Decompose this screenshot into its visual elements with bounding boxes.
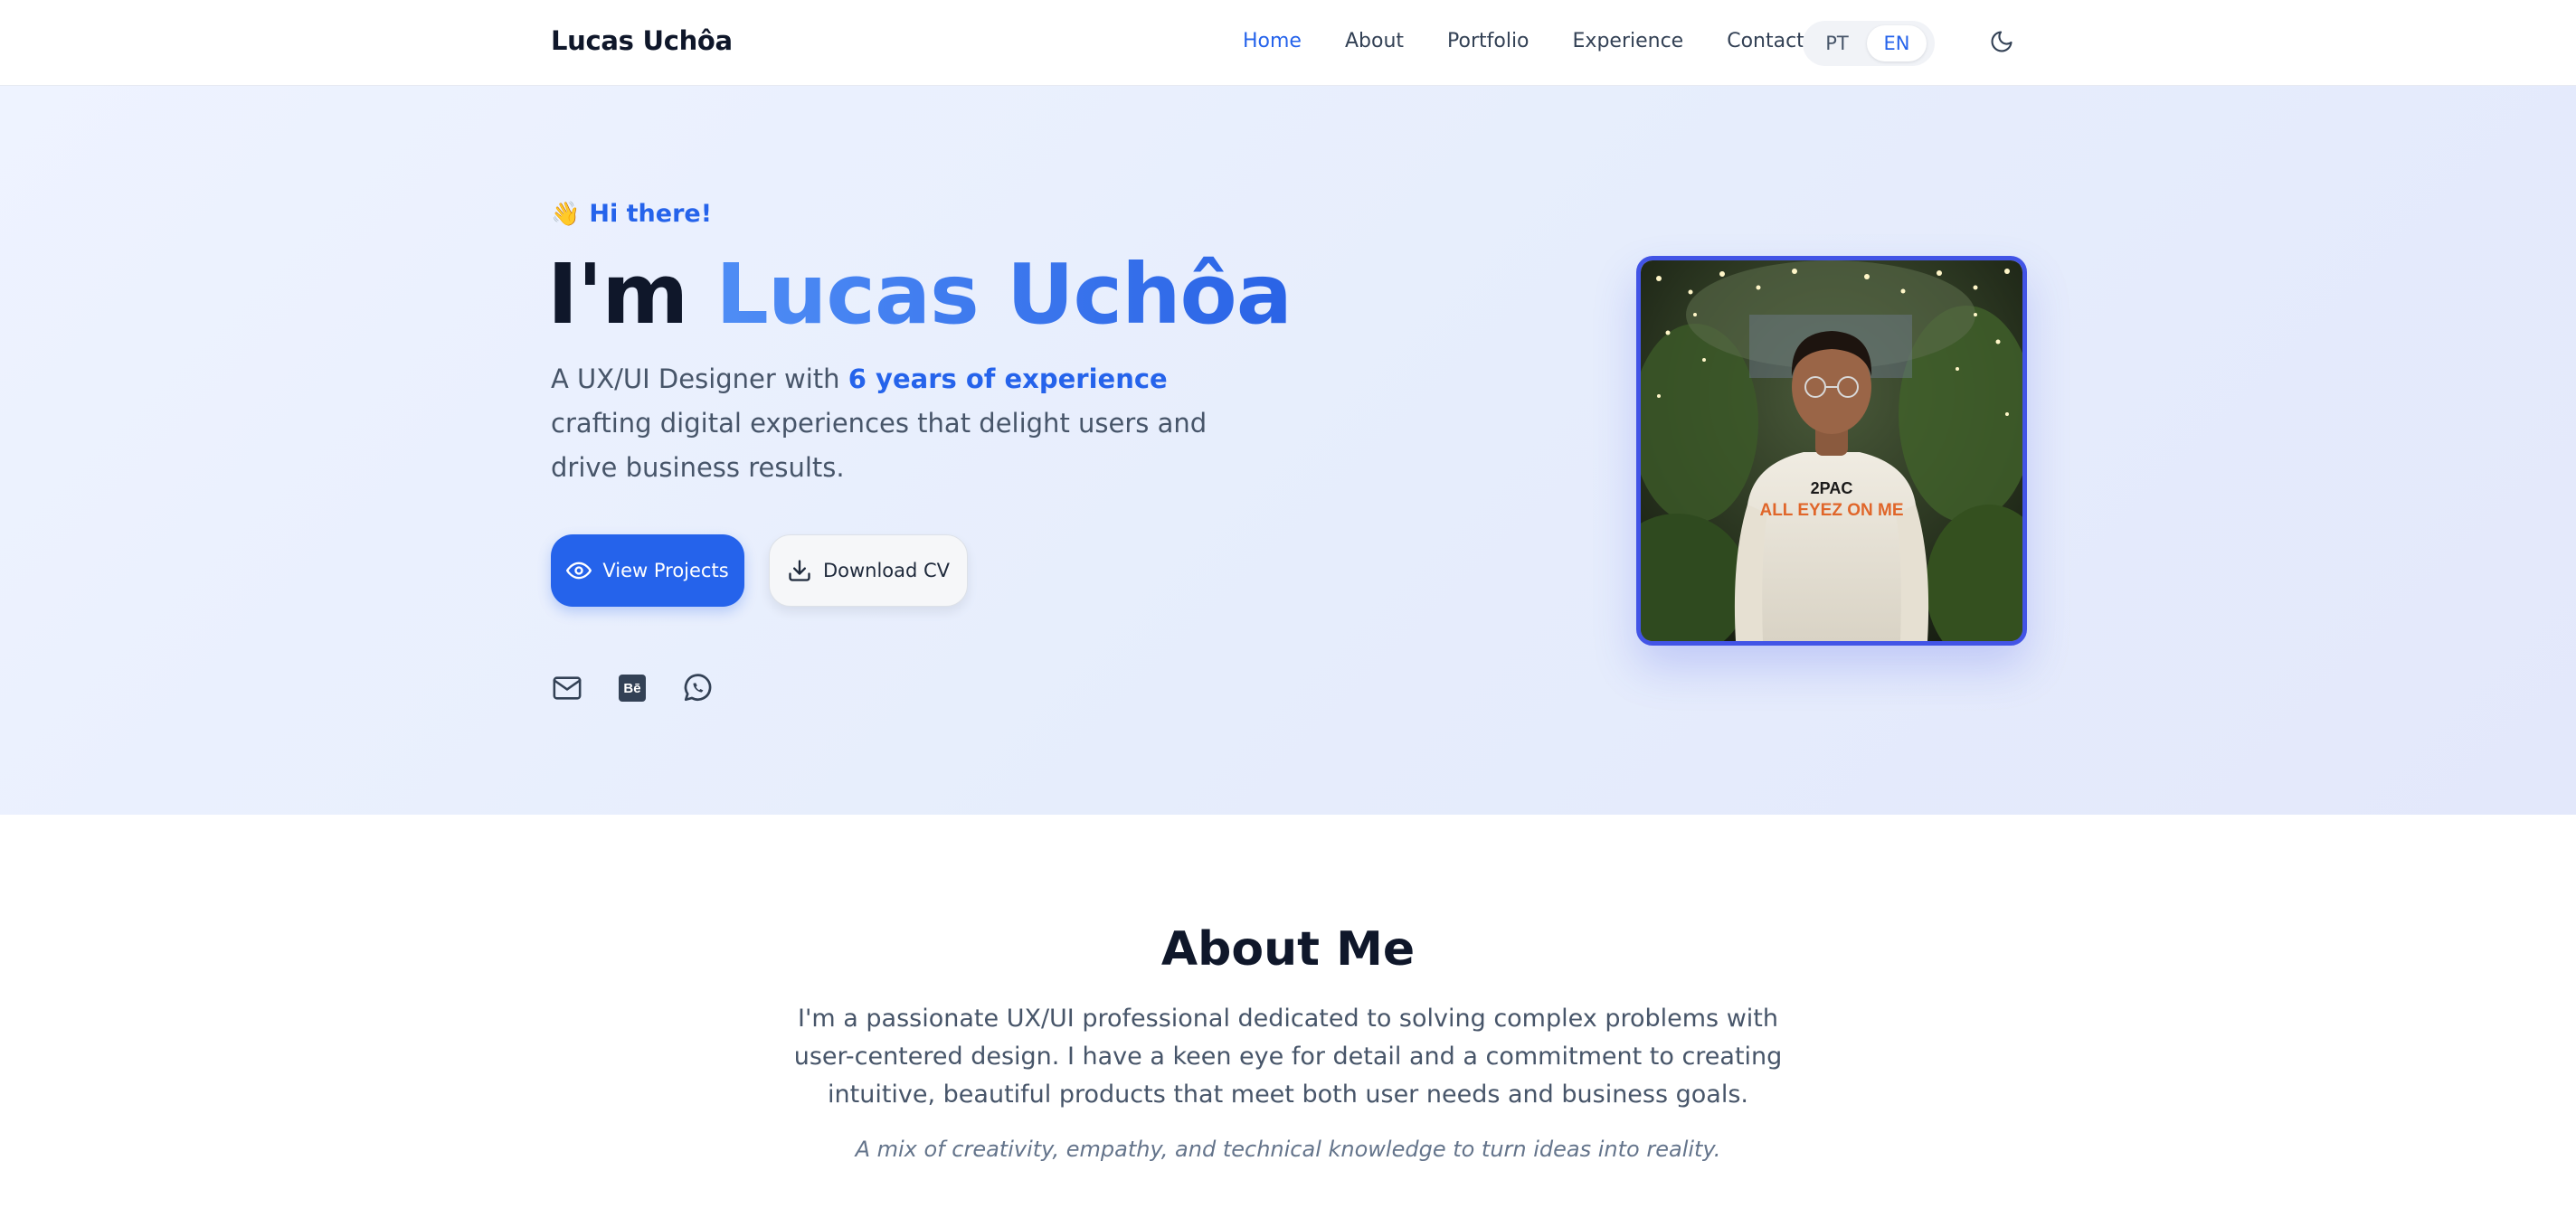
hero-section: 👋 Hi there! I'm Lucas Uchôa A UX/UI Desi… — [0, 86, 2576, 815]
download-icon — [789, 560, 810, 581]
about-quote: A mix of creativity, empathy, and techni… — [855, 1137, 1721, 1162]
nav-portfolio-link[interactable]: Portfolio — [1447, 30, 1530, 52]
language-en-option[interactable]: EN — [1867, 25, 1927, 61]
moon-icon — [1991, 31, 2012, 52]
behance-link[interactable]: Bē — [616, 672, 649, 704]
about-description: I'm a passionate UX/UI professional dedi… — [793, 1005, 1783, 1109]
nav-contact-link[interactable]: Contact — [1727, 30, 1804, 52]
behance-icon: Bē — [619, 675, 646, 702]
brand-logo[interactable]: Lucas Uchôa — [551, 25, 733, 56]
main-menu: Home About Portfolio Experience Contact — [1243, 30, 1804, 52]
language-pt-option[interactable]: PT — [1807, 25, 1867, 61]
view-projects-label: View Projects — [602, 560, 729, 581]
nav-experience-link[interactable]: Experience — [1573, 30, 1684, 52]
theme-toggle-button[interactable] — [1986, 26, 2017, 57]
hero-headline: I'm Lucas Uchôa — [547, 246, 1293, 343]
mail-icon — [553, 676, 582, 700]
profile-photo-illustration: 2PAC ALL EYEZ ON ME — [1641, 260, 2022, 641]
language-toggle: PT EN — [1803, 21, 1935, 66]
hero-description: A UX/UI Designer with 6 years of experie… — [551, 357, 1256, 490]
shirt-text-bottom: ALL EYEZ ON ME — [1759, 501, 1903, 520]
shirt-text-top: 2PAC — [1811, 479, 1853, 497]
lead-text-start: A UX/UI Designer with — [551, 363, 848, 394]
email-link[interactable] — [551, 672, 583, 704]
hero-greeting: 👋 Hi there! — [551, 200, 712, 228]
download-cv-button[interactable]: Download CV — [769, 534, 968, 607]
nav-about-link[interactable]: About — [1345, 30, 1404, 52]
social-links: Bē — [551, 672, 714, 704]
profile-photo: 2PAC ALL EYEZ ON ME — [1636, 256, 2027, 646]
lead-text-end: crafting digital experiences that deligh… — [551, 408, 1208, 483]
whatsapp-icon — [684, 674, 712, 702]
about-title: About Me — [1160, 922, 1416, 977]
headline-name: Lucas Uchôa — [715, 246, 1293, 343]
top-navbar: Lucas Uchôa Home About Portfolio Experie… — [0, 0, 2576, 86]
greeting-text: Hi there! — [589, 200, 713, 228]
experience-highlight: 6 years of experience — [848, 363, 1168, 394]
eye-icon — [566, 562, 592, 580]
whatsapp-link[interactable] — [681, 672, 714, 704]
download-cv-label: Download CV — [822, 560, 951, 581]
headline-prefix: I'm — [547, 246, 716, 343]
view-projects-button[interactable]: View Projects — [551, 534, 744, 607]
waving-hand-icon: 👋 — [551, 200, 581, 228]
nav-home-link[interactable]: Home — [1243, 30, 1302, 52]
